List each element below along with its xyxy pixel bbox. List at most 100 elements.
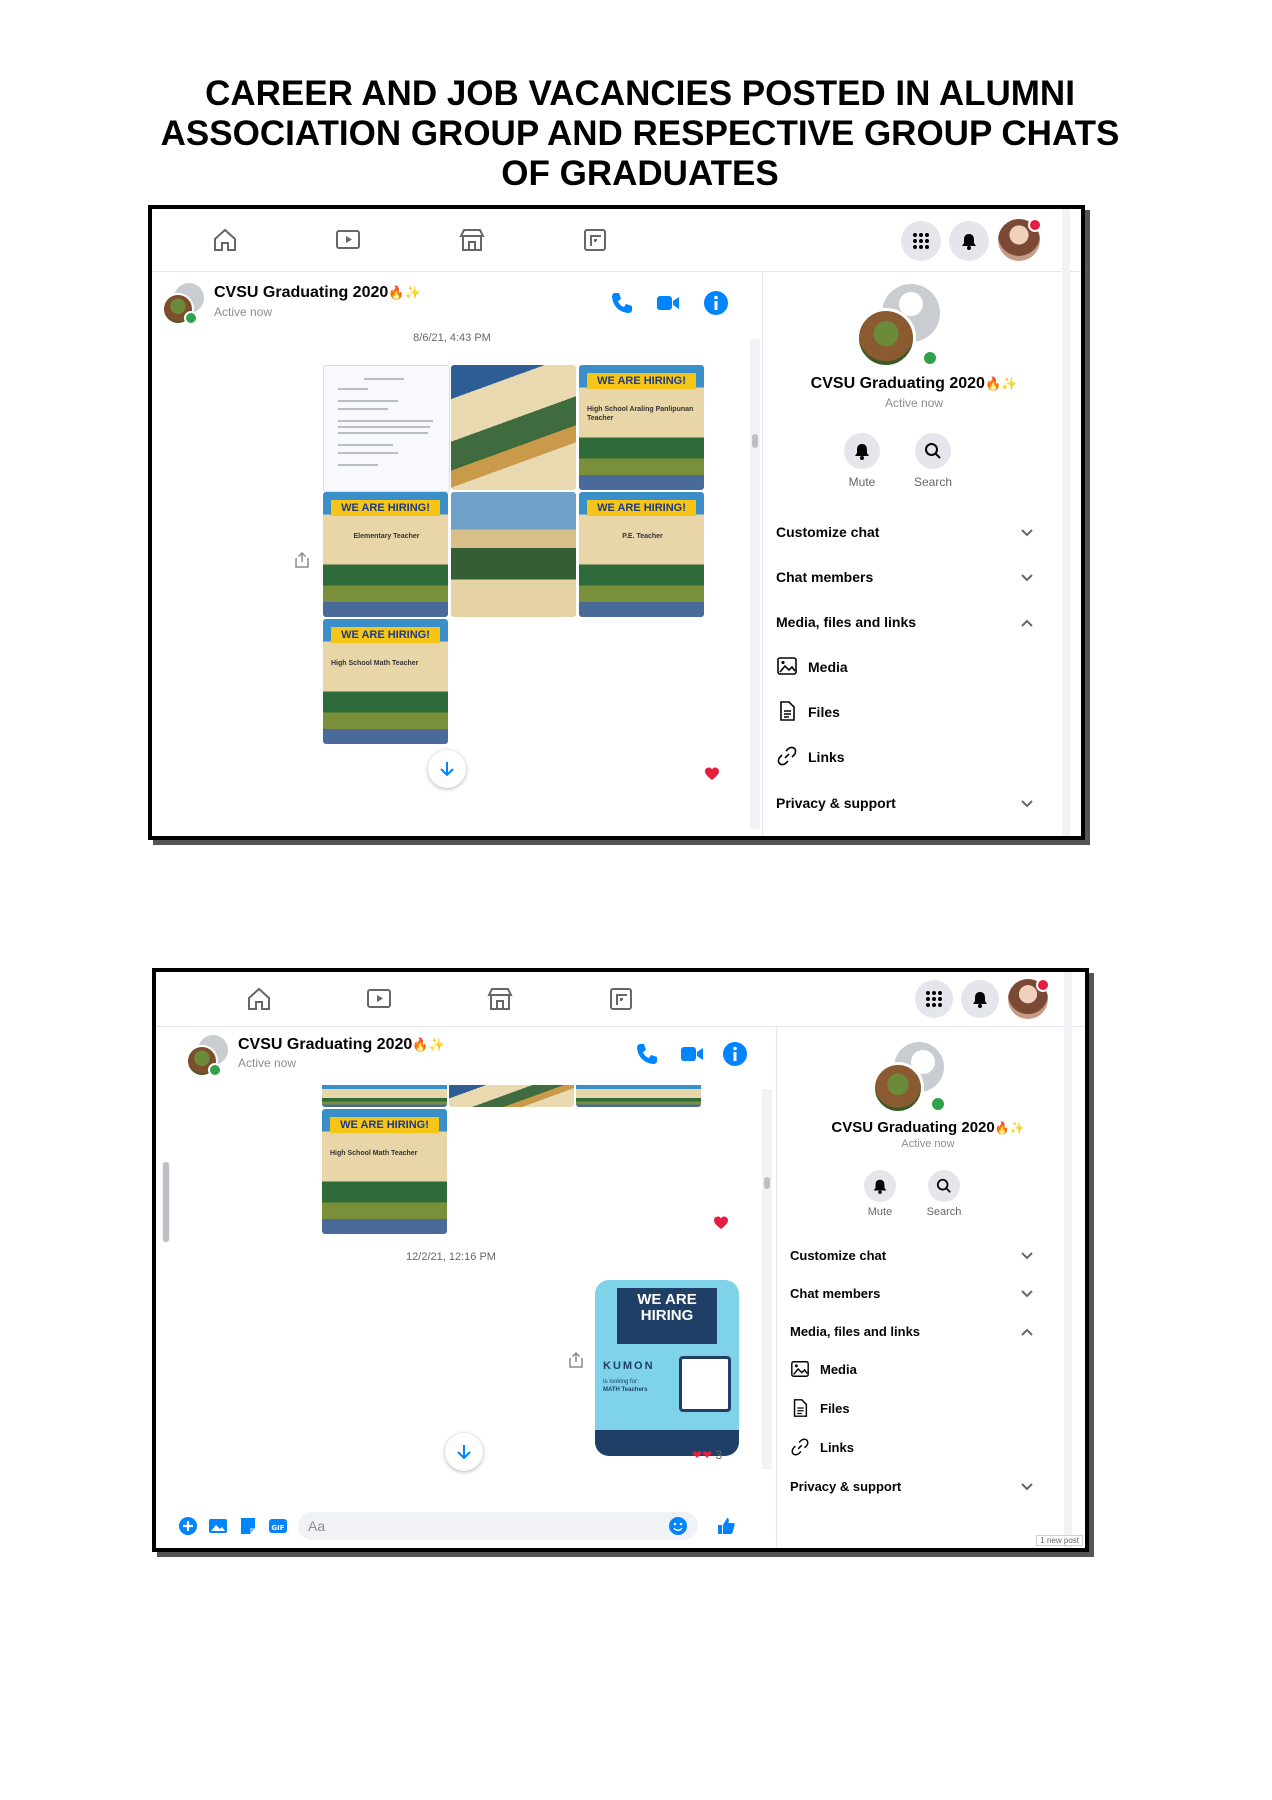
chat-members-item[interactable]: Chat members [790,1286,880,1301]
links-item[interactable]: Links [808,749,845,765]
home-icon[interactable] [210,225,240,255]
chat-members-item[interactable]: Chat members [776,569,873,585]
image-tile-hiring[interactable]: WE ARE HIRING! High School Math Teacher [323,619,448,744]
bell-icon [873,1179,887,1194]
media-item[interactable]: Media [820,1362,857,1377]
gif-icon[interactable]: GIF [268,1516,288,1536]
group-profile-photo[interactable] [872,1042,946,1114]
search-button[interactable] [915,433,951,469]
emoji-icon[interactable] [668,1516,688,1536]
marketplace-icon[interactable] [457,225,487,255]
chevron-down-icon[interactable] [1020,1287,1034,1301]
chat-scrollbar[interactable] [750,339,760,829]
profile-avatar[interactable] [998,218,1042,261]
chevron-down-icon[interactable] [1020,526,1034,540]
image-icon[interactable] [208,1516,228,1536]
panel-chat-status: Active now [901,1138,955,1150]
kumon-hiring-image[interactable]: WE ARE HIRING KUMON Is looking for: MATH … [595,1280,739,1456]
screenshot-1: CVSU Graduating 2020🔥✨ Active now 8/6/21… [148,205,1085,840]
gaming-icon[interactable] [606,984,636,1014]
online-indicator [184,311,198,325]
online-indicator [930,1096,946,1112]
info-icon[interactable] [722,1041,748,1067]
message-input[interactable]: Aa [298,1512,698,1540]
media-files-links-item[interactable]: Media, files and links [790,1324,920,1339]
image-tile-brochure[interactable] [451,365,576,490]
chat-scrollbar[interactable] [762,1089,772,1469]
mute-button[interactable] [844,433,880,469]
chevron-up-icon[interactable] [1020,616,1034,630]
hiring-banner: WE ARE HIRING! [331,500,440,516]
page-scrollbar[interactable] [162,1162,170,1242]
files-item[interactable]: Files [808,704,840,720]
image-tile-hiring[interactable]: WE ARE HIRING! P.E. Teacher [579,492,704,617]
search-label: Search [926,1206,962,1218]
image-tile-partial[interactable] [576,1085,701,1107]
profile-avatar[interactable] [1008,978,1050,1019]
marketplace-icon[interactable] [485,984,515,1014]
links-item[interactable]: Links [820,1440,854,1455]
customize-chat-item[interactable]: Customize chat [776,524,879,540]
image-tile-letter[interactable] [323,365,450,492]
mute-label: Mute [848,475,876,489]
phone-icon[interactable] [634,1041,660,1067]
menu-grid-icon[interactable] [915,980,953,1018]
privacy-support-item[interactable]: Privacy & support [790,1479,901,1494]
message-reactions[interactable]: ❤❤ 3 [692,1448,722,1462]
files-item[interactable]: Files [820,1401,850,1416]
panel-scrollbar[interactable] [1064,972,1072,1548]
plus-icon[interactable] [178,1516,198,1536]
notifications-icon[interactable] [961,980,999,1018]
customize-chat-item[interactable]: Customize chat [790,1248,886,1263]
panel-scrollbar[interactable] [1062,209,1070,836]
home-icon[interactable] [244,984,274,1014]
chat-name[interactable]: CVSU Graduating 2020🔥✨ [238,1036,445,1054]
scroll-to-bottom-button[interactable] [445,1433,483,1471]
chat-name[interactable]: CVSU Graduating 2020🔥✨ [214,284,421,302]
info-icon[interactable] [703,290,729,316]
image-tile-partial[interactable] [449,1085,574,1107]
chevron-down-icon[interactable] [1020,1249,1034,1263]
phone-icon[interactable] [609,290,635,316]
video-icon[interactable] [655,290,681,316]
privacy-support-item[interactable]: Privacy & support [776,795,896,811]
heart-icon [714,1216,728,1229]
chevron-down-icon[interactable] [1020,1480,1034,1494]
files-icon [793,1399,808,1417]
mute-button[interactable] [864,1170,896,1202]
chevron-up-icon[interactable] [1020,1325,1034,1339]
image-tile-campus[interactable] [451,492,576,617]
kumon-brand: KUMON [603,1360,655,1372]
svg-text:GIF: GIF [271,1524,284,1532]
hiring-banner: WE ARE HIRING! [331,627,440,643]
chevron-down-icon[interactable] [1020,797,1034,811]
watch-icon[interactable] [364,984,394,1014]
scroll-to-bottom-button[interactable] [428,750,466,788]
video-icon[interactable] [679,1041,705,1067]
image-tile-hiring[interactable]: WE ARE HIRING! Elementary Teacher [323,492,448,617]
share-icon[interactable] [294,552,310,568]
group-avatar[interactable] [186,1035,228,1077]
group-avatar[interactable] [162,283,204,325]
watch-icon[interactable] [333,225,363,255]
media-item[interactable]: Media [808,659,848,675]
heart-icon [705,767,719,780]
chat-status: Active now [214,305,273,319]
like-icon[interactable] [716,1516,736,1536]
media-files-links-item[interactable]: Media, files and links [776,614,916,630]
chevron-down-icon[interactable] [1020,571,1034,585]
search-icon [936,1178,951,1193]
sticker-icon[interactable] [238,1516,258,1536]
menu-grid-icon[interactable] [901,221,941,261]
group-profile-photo[interactable] [856,284,940,368]
media-icon [791,1361,809,1377]
chat-header: CVSU Graduating 2020🔥✨ Active now [156,1027,766,1085]
new-post-indicator[interactable]: 1 new post [1036,1535,1083,1546]
notifications-icon[interactable] [949,221,989,261]
search-button[interactable] [928,1170,960,1202]
gaming-icon[interactable] [580,225,610,255]
share-icon[interactable] [568,1352,584,1368]
image-tile-hiring[interactable]: WE ARE HIRING! High School Araling Panli… [579,365,704,490]
image-tile-partial[interactable] [322,1085,447,1107]
image-tile-hiring[interactable]: WE ARE HIRING! High School Math Teacher [322,1109,447,1234]
